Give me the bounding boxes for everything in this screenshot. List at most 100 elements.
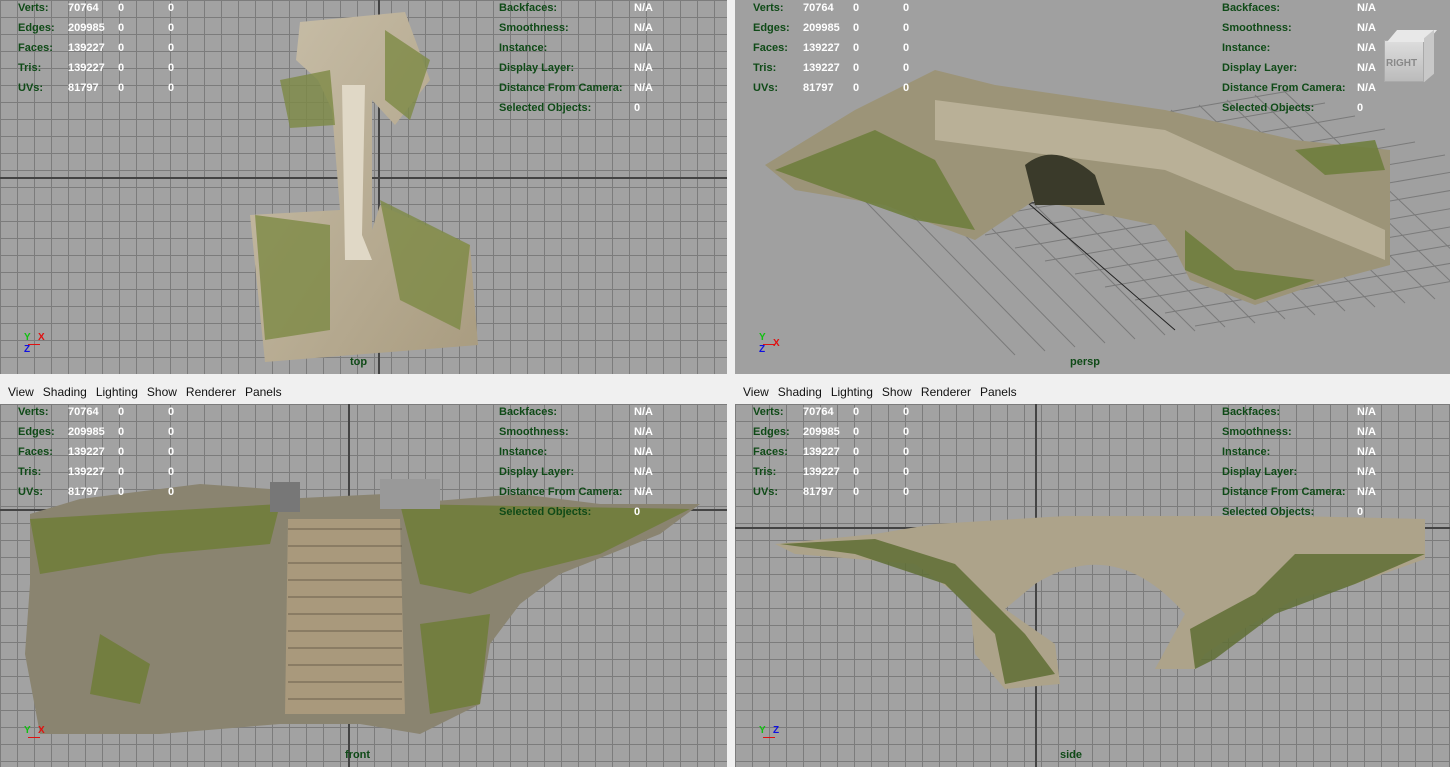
info-value: N/A <box>634 22 653 34</box>
info-value: N/A <box>634 426 653 438</box>
menu-view[interactable]: View <box>743 385 769 399</box>
info-label: Instance: <box>499 42 548 54</box>
stat-label: Edges: <box>18 22 55 34</box>
menu-view[interactable]: View <box>8 385 34 399</box>
stat-component: 0 <box>168 446 175 458</box>
viewport-persp[interactable]: Verts: 70764 0 0 Edges: 209985 0 0 Faces: … <box>735 0 1450 374</box>
stat-value: 139227 <box>803 62 840 74</box>
scan-model[interactable] <box>0 0 727 370</box>
stat-component: 0 <box>903 426 910 438</box>
menu-renderer[interactable]: Renderer <box>186 385 236 399</box>
info-label: Smoothness: <box>1222 426 1292 438</box>
menu-renderer[interactable]: Renderer <box>921 385 971 399</box>
viewport-menu-bar: View Shading Lighting Show Renderer Panels <box>735 380 1450 404</box>
menu-lighting[interactable]: Lighting <box>96 385 138 399</box>
info-value: N/A <box>1357 446 1376 458</box>
stat-component: 0 <box>903 446 910 458</box>
menu-panels[interactable]: Panels <box>980 385 1017 399</box>
stat-label: Edges: <box>753 22 790 34</box>
axis-label: X <box>38 332 45 343</box>
info-label: Smoothness: <box>499 22 569 34</box>
info-value: 0 <box>634 102 641 114</box>
stat-component: 0 <box>903 486 910 498</box>
stat-label: Verts: <box>753 2 784 14</box>
scan-model[interactable] <box>735 404 1450 767</box>
stat-selected: 0 <box>118 2 125 14</box>
viewport-front[interactable]: Verts: 70764 0 0 Edges: 209985 0 0 Faces: … <box>0 404 727 767</box>
stat-component: 0 <box>168 82 175 94</box>
viewport-top[interactable]: Verts: 70764 0 0 Edges: 209985 0 0 Faces: … <box>0 0 727 374</box>
info-value: 0 <box>1357 102 1364 114</box>
stat-component: 0 <box>168 42 175 54</box>
menu-shading[interactable]: Shading <box>778 385 822 399</box>
camera-label: side <box>1060 749 1083 761</box>
stat-label: Faces: <box>753 42 788 54</box>
menu-panels[interactable]: Panels <box>245 385 282 399</box>
stat-value: 70764 <box>68 406 99 418</box>
stat-component: 0 <box>903 82 910 94</box>
info-label: Instance: <box>1222 446 1271 458</box>
info-value: N/A <box>1357 2 1376 14</box>
menu-show[interactable]: Show <box>882 385 912 399</box>
info-value: N/A <box>1357 406 1376 418</box>
view-cube[interactable]: RIGHT <box>1374 28 1444 88</box>
stat-label: Edges: <box>753 426 790 438</box>
stat-selected: 0 <box>853 466 860 478</box>
info-label: Distance From Camera: <box>1222 486 1346 498</box>
stat-selected: 0 <box>853 426 860 438</box>
info-label: Selected Objects: <box>499 506 592 518</box>
camera-label: top <box>350 356 368 368</box>
info-value: 0 <box>634 506 641 518</box>
stat-selected: 0 <box>118 446 125 458</box>
info-value: N/A <box>634 466 653 478</box>
stat-component: 0 <box>168 486 175 498</box>
stat-label: Tris: <box>18 466 42 478</box>
axis-indicator: Y X Z <box>20 332 50 362</box>
menu-show[interactable]: Show <box>147 385 177 399</box>
stat-value: 139227 <box>803 466 840 478</box>
stat-component: 0 <box>168 466 175 478</box>
info-label: Instance: <box>1222 42 1271 54</box>
axis-label: Y <box>759 725 766 736</box>
stat-label: Edges: <box>18 426 55 438</box>
stat-selected: 0 <box>118 426 125 438</box>
stat-label: Verts: <box>18 406 49 418</box>
info-value: N/A <box>1357 466 1376 478</box>
info-value: N/A <box>634 406 653 418</box>
menu-shading[interactable]: Shading <box>43 385 87 399</box>
viewport-side[interactable]: Verts: 70764 0 0 Edges: 209985 0 0 Faces: … <box>735 404 1450 767</box>
stat-label: Tris: <box>18 62 42 74</box>
viewport-panel-persp[interactable]: Verts: 70764 0 0 Edges: 209985 0 0 Faces: … <box>735 0 1450 374</box>
stat-label: UVs: <box>18 82 44 94</box>
menu-lighting[interactable]: Lighting <box>831 385 873 399</box>
stat-value: 209985 <box>803 22 840 34</box>
stat-component: 0 <box>903 42 910 54</box>
axis-indicator: Y X <box>20 725 50 755</box>
stat-selected: 0 <box>118 42 125 54</box>
viewport-panel-side[interactable]: View Shading Lighting Show Renderer Panels Ve… <box>735 380 1450 767</box>
info-label: Display Layer: <box>1222 466 1298 478</box>
info-label: Backfaces: <box>1222 2 1281 14</box>
info-label: Backfaces: <box>499 2 558 14</box>
axis-label: Z <box>759 344 766 355</box>
viewport-panel-front[interactable]: View Shading Lighting Show Renderer Panels Ve… <box>0 380 727 767</box>
info-label: Display Layer: <box>1222 62 1298 74</box>
info-value: N/A <box>634 446 653 458</box>
stat-component: 0 <box>168 406 175 418</box>
info-value: 0 <box>1357 506 1364 518</box>
stat-label: UVs: <box>753 486 779 498</box>
axis-label: Z <box>773 725 780 736</box>
viewport-panel-top[interactable]: Verts: 70764 0 0 Edges: 209985 0 0 Faces: … <box>0 0 727 374</box>
scan-model[interactable] <box>0 404 727 767</box>
stat-value: 81797 <box>68 82 99 94</box>
scan-model[interactable] <box>735 0 1450 370</box>
stat-component: 0 <box>168 22 175 34</box>
info-value: N/A <box>634 486 653 498</box>
stat-selected: 0 <box>853 42 860 54</box>
info-value: N/A <box>1357 426 1376 438</box>
stat-selected: 0 <box>853 22 860 34</box>
stat-selected: 0 <box>853 486 860 498</box>
info-label: Backfaces: <box>499 406 558 418</box>
info-label: Distance From Camera: <box>1222 82 1346 94</box>
info-label: Smoothness: <box>1222 22 1292 34</box>
